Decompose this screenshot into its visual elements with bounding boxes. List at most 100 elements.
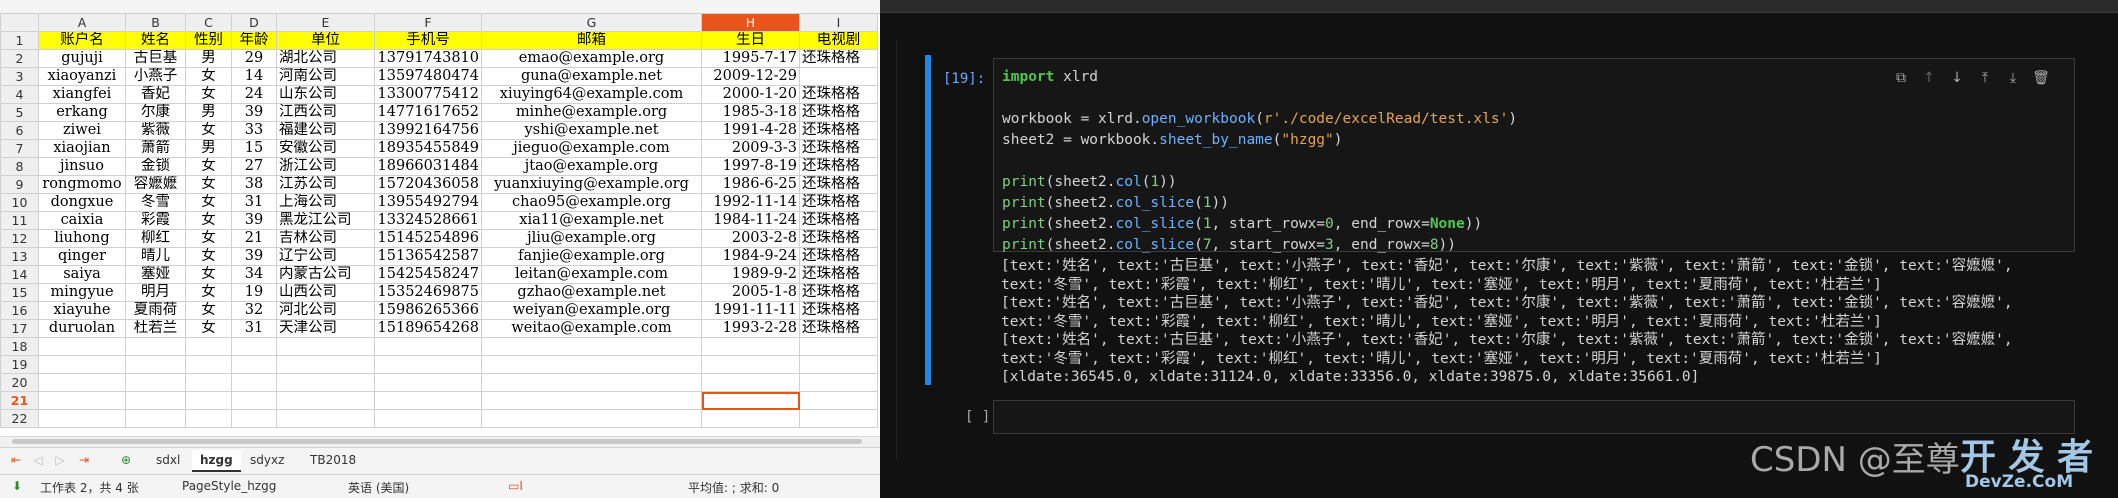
grid-cell[interactable]: 电视剧 (799, 31, 878, 50)
grid-cell[interactable]: 还珠格格 (799, 319, 878, 338)
grid-cell[interactable] (185, 373, 232, 392)
grid-cell[interactable]: 柳红 (125, 229, 186, 248)
grid-cell[interactable]: xia11@example.net (481, 211, 702, 230)
grid-cell[interactable]: 女 (185, 265, 232, 284)
grid-cell[interactable] (125, 391, 186, 410)
code-line[interactable]: print(sheet2.col(1)) (1002, 172, 1517, 193)
row-header[interactable]: 9 (0, 175, 39, 194)
grid-cell[interactable] (276, 337, 375, 356)
grid-cell[interactable]: 29 (231, 49, 277, 68)
grid-cell[interactable] (374, 391, 482, 410)
code-cell-19[interactable]: [19]: import xlrd workbook = xlrd.open_w… (925, 55, 2075, 385)
grid-cell[interactable] (374, 355, 482, 374)
grid-cell[interactable]: 18966031484 (374, 157, 482, 176)
grid-cell[interactable]: 24 (231, 85, 277, 104)
code-line[interactable]: print(sheet2.col_slice(7, start_rowx=3, … (1002, 235, 1517, 256)
horizontal-scrollbar[interactable] (0, 436, 880, 447)
grid-cell[interactable]: caixia (38, 211, 126, 230)
grid-cell[interactable]: 女 (185, 319, 232, 338)
code-line[interactable] (1002, 88, 1517, 109)
grid-cell[interactable]: 15986265366 (374, 301, 482, 320)
grid-cell[interactable]: 明月 (125, 283, 186, 302)
grid-cell[interactable]: 1995-7-17 (701, 49, 800, 68)
grid-cell[interactable]: 13324528661 (374, 211, 482, 230)
grid-cell[interactable]: 河南公司 (276, 67, 375, 86)
grid-cell[interactable]: 39 (231, 247, 277, 266)
grid-cell[interactable] (799, 355, 878, 374)
row-header[interactable]: 16 (0, 301, 39, 320)
grid-cell[interactable]: 还珠格格 (799, 121, 878, 140)
grid-cell[interactable]: 还珠格格 (799, 247, 878, 266)
row-header[interactable]: 12 (0, 229, 39, 248)
column-header-h[interactable]: H (701, 13, 800, 32)
row-header[interactable]: 5 (0, 103, 39, 122)
tab-hzgg[interactable]: hzgg (192, 450, 241, 472)
grid-cell[interactable] (125, 337, 186, 356)
grid-cell[interactable]: fanjie@example.org (481, 247, 702, 266)
row-header[interactable]: 17 (0, 319, 39, 338)
grid-cell[interactable]: 黑龙江公司 (276, 211, 375, 230)
grid-cell[interactable]: 女 (185, 175, 232, 194)
grid-cell[interactable] (276, 373, 375, 392)
grid-cell[interactable] (185, 337, 232, 356)
grid-cell[interactable]: 晴儿 (125, 247, 186, 266)
row-header[interactable]: 3 (0, 67, 39, 86)
grid-cell[interactable]: 34 (231, 265, 277, 284)
grid-cell[interactable]: 女 (185, 67, 232, 86)
grid-cell[interactable]: 1993-2-28 (701, 319, 800, 338)
grid-cell[interactable]: 上海公司 (276, 193, 375, 212)
grid-cell[interactable]: 1991-4-28 (701, 121, 800, 140)
grid-cell[interactable]: leitan@example.com (481, 265, 702, 284)
column-header-a[interactable]: A (38, 13, 126, 32)
grid-cell[interactable]: 1991-11-11 (701, 301, 800, 320)
grid-cell[interactable] (38, 337, 126, 356)
grid-cell[interactable] (231, 409, 277, 428)
grid-cell[interactable]: 还珠格格 (799, 49, 878, 68)
row-header[interactable]: 1 (0, 31, 39, 50)
grid-cell[interactable]: jieguo@example.com (481, 139, 702, 158)
last-sheet-icon[interactable]: ⇥ (76, 453, 92, 467)
prev-sheet-icon[interactable]: ◁ (30, 453, 46, 467)
row-header[interactable]: 4 (0, 85, 39, 104)
column-header-i[interactable]: I (799, 13, 878, 32)
grid-cell[interactable]: 天津公司 (276, 319, 375, 338)
grid-cell[interactable]: 女 (185, 193, 232, 212)
delete-cell-icon[interactable]: 🗑 (2032, 69, 2050, 87)
grid-cell[interactable] (38, 355, 126, 374)
grid-cell[interactable]: 13791743810 (374, 49, 482, 68)
tab-sdyxz[interactable]: sdyxz (242, 450, 292, 470)
grid-cell[interactable]: 还珠格格 (799, 139, 878, 158)
grid-cell[interactable]: ziwei (38, 121, 126, 140)
row-header[interactable]: 19 (0, 355, 39, 374)
grid-cell[interactable] (374, 373, 482, 392)
grid-cell[interactable]: 手机号 (374, 31, 482, 50)
grid-cell[interactable]: mingyue (38, 283, 126, 302)
code-editor[interactable]: import xlrd workbook = xlrd.open_workboo… (993, 58, 2075, 253)
grid-cell[interactable]: 性别 (185, 31, 232, 50)
grid-cell[interactable]: 女 (185, 85, 232, 104)
add-sheet-icon[interactable]: ⊕ (118, 453, 134, 467)
grid-cell[interactable]: 杜若兰 (125, 319, 186, 338)
grid-cell[interactable]: 尔康 (125, 103, 186, 122)
grid-cell[interactable]: 男 (185, 49, 232, 68)
grid-cell[interactable]: 32 (231, 301, 277, 320)
grid-cell[interactable] (125, 373, 186, 392)
grid-cell[interactable]: 紫薇 (125, 121, 186, 140)
grid-cell[interactable] (481, 409, 702, 428)
tab-sdxl[interactable]: sdxl (148, 450, 188, 470)
grid-cell[interactable]: 容嬷嬷 (125, 175, 186, 194)
column-header-c[interactable]: C (185, 13, 232, 32)
next-sheet-icon[interactable]: ▷ (52, 453, 68, 467)
grid-cell[interactable] (374, 337, 482, 356)
grid-cell[interactable]: 古巨基 (125, 49, 186, 68)
code-line[interactable]: print(sheet2.col_slice(1)) (1002, 193, 1517, 214)
grid-cell[interactable]: 19 (231, 283, 277, 302)
code-text[interactable]: import xlrd workbook = xlrd.open_workboo… (1002, 67, 1517, 256)
grid-cell[interactable]: 还珠格格 (799, 211, 878, 230)
grid-cell[interactable]: 姓名 (125, 31, 186, 50)
grid-cell[interactable] (38, 373, 126, 392)
column-header-d[interactable]: D (231, 13, 277, 32)
code-line[interactable]: workbook = xlrd.open_workbook(r'./code/e… (1002, 109, 1517, 130)
grid-cell[interactable]: 15145254896 (374, 229, 482, 248)
grid-cell[interactable] (231, 355, 277, 374)
